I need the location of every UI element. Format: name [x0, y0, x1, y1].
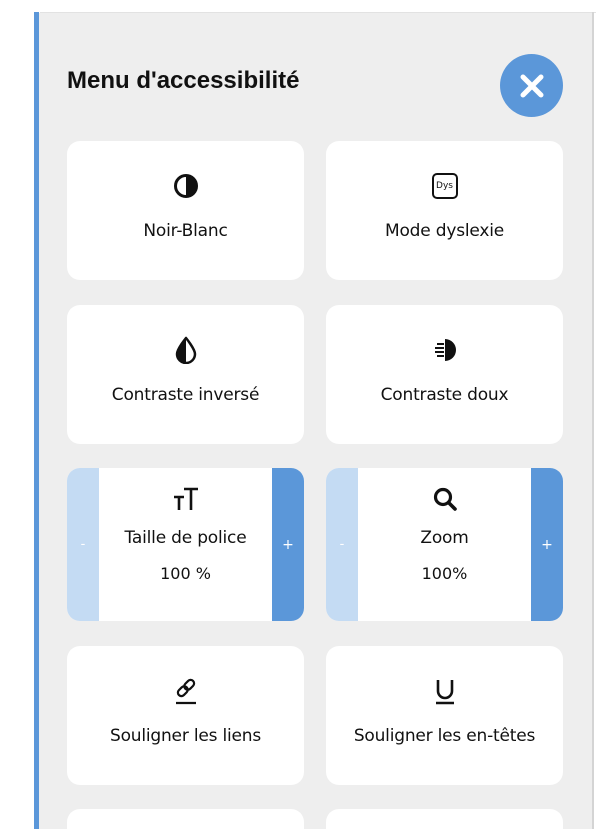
- zoom-decrease-button[interactable]: -: [326, 468, 358, 621]
- option-noir-blanc[interactable]: Noir-Blanc: [67, 141, 304, 280]
- zoom-label: Zoom: [420, 528, 469, 548]
- zoom-control: - Zoom 100% +: [326, 468, 563, 621]
- zoom-value: 100%: [421, 564, 468, 583]
- text-size-icon: [173, 487, 198, 510]
- option-label: Souligner les liens: [109, 726, 261, 746]
- option-mode-dyslexie[interactable]: Dys Mode dyslexie: [326, 141, 563, 280]
- option-card-partial[interactable]: [67, 809, 304, 829]
- close-button[interactable]: [500, 54, 563, 117]
- option-label: Mode dyslexie: [385, 221, 504, 241]
- menu-title: Menu d'accessibilité: [67, 67, 300, 94]
- underline-u-icon: [435, 680, 454, 705]
- option-label: Souligner les en-têtes: [353, 726, 536, 746]
- font-size-label: Taille de police: [124, 528, 247, 548]
- striped-circle-icon: [434, 339, 456, 361]
- half-drop-icon: [175, 336, 196, 364]
- accessibility-menu-panel: Menu d'accessibilité Noir-Blanc Dys Mode…: [39, 13, 592, 829]
- option-label: Contraste doux: [380, 385, 509, 405]
- dys-icon: Dys: [431, 173, 458, 199]
- close-icon: [520, 74, 543, 97]
- underlined-link-icon: [175, 678, 196, 705]
- option-souligner-liens[interactable]: Souligner les liens: [67, 646, 304, 785]
- scrollbar-track[interactable]: [592, 12, 594, 829]
- option-contraste-inverse[interactable]: Contraste inversé: [67, 305, 304, 444]
- option-card-partial[interactable]: [326, 809, 563, 829]
- magnifier-icon: [433, 487, 457, 511]
- option-contraste-doux[interactable]: Contraste doux: [326, 305, 563, 444]
- option-label: Contraste inversé: [111, 385, 260, 405]
- font-size-value: 100 %: [160, 564, 211, 583]
- font-size-decrease-button[interactable]: -: [67, 468, 99, 621]
- dys-icon-text: Dys: [436, 181, 453, 191]
- half-circle-icon: [173, 174, 198, 198]
- option-souligner-en-tetes[interactable]: Souligner les en-têtes: [326, 646, 563, 785]
- font-size-increase-button[interactable]: +: [272, 468, 304, 621]
- option-label: Noir-Blanc: [143, 221, 228, 241]
- font-size-control: - Taille de police 100 % +: [67, 468, 304, 621]
- zoom-increase-button[interactable]: +: [531, 468, 563, 621]
